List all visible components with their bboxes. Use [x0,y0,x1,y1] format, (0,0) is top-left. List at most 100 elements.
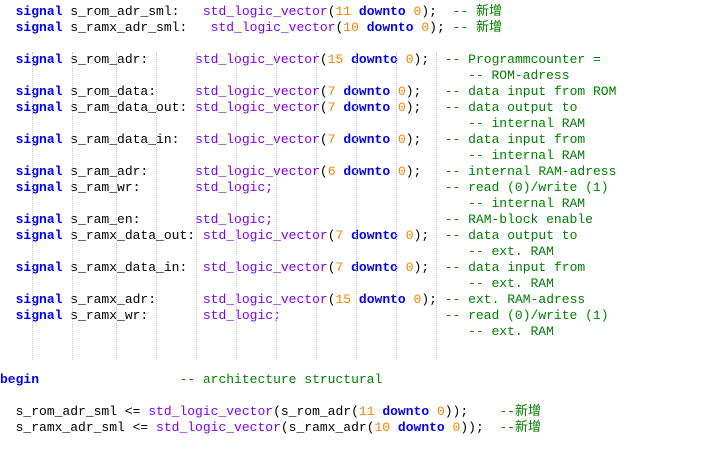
identifier-token: s_ramx_adr: [62,292,203,307]
type-token: std_logic_vector [202,4,328,19]
code-line[interactable]: signal s_ramx_data_out: std_logic_vector… [0,228,578,244]
number-token: 0 [397,164,406,179]
keyword-token: signal [15,164,63,179]
number-token: 0 [397,100,406,115]
punctuation-token: ); [413,52,430,67]
comment-token: -- ext. RAM [468,244,554,259]
indent-guide [396,52,397,360]
type-token: std_logic_vector [195,132,320,147]
keyword-token: downto [343,164,391,179]
punctuation-token [351,4,359,19]
code-line[interactable]: begin -- architecture structural [0,372,382,388]
keyword-token: signal [15,292,63,307]
punctuation-token: ( [319,84,328,99]
punctuation-token [398,260,406,275]
punctuation-token [343,52,351,67]
punctuation-token [398,52,406,67]
punctuation-token: ( [327,292,336,307]
code-line[interactable]: -- internal RAM [0,116,585,132]
code-line[interactable]: signal s_rom_adr_sml: std_logic_vector(1… [0,4,502,20]
punctuation-token: ); [405,132,422,147]
code-editor[interactable]: signal s_rom_adr_sml: std_logic_vector(1… [0,0,706,449]
keyword-token: signal [15,260,63,275]
code-line[interactable]: signal s_ramx_adr_sml: std_logic_vector(… [0,20,502,36]
comment-token: -- ext. RAM [468,324,554,339]
code-line[interactable]: signal s_ramx_adr: std_logic_vector(15 d… [0,292,586,308]
punctuation-token: (s_rom_adr( [273,404,359,419]
code-line[interactable]: signal s_rom_adr: std_logic_vector(15 do… [0,52,601,68]
type-token: std_logic_vector [195,84,320,99]
comment-token: -- ext. RAM-adress [444,292,586,307]
keyword-token: downto [366,20,414,35]
comment-token: -- data input from [444,260,586,275]
keyword-token: downto [358,4,406,19]
code-line[interactable]: signal s_rom_data: std_logic_vector(7 do… [0,84,617,100]
number-token: 6 [327,164,336,179]
punctuation-token: (s_ramx_adr( [280,420,375,435]
code-line[interactable]: -- ROM-adress [0,68,570,84]
identifier-token: s_rom_adr: [62,52,196,67]
code-line[interactable]: signal s_ramx_wr: std_logic; -- read (0)… [0,308,609,324]
keyword-token: signal [15,180,63,195]
identifier-token: s_ramx_wr: [62,308,203,323]
code-line[interactable]: signal s_ram_data_out: std_logic_vector(… [0,100,578,116]
keyword-token: signal [15,20,63,35]
code-line[interactable]: signal s_ram_data_in: std_logic_vector(7… [0,132,586,148]
number-token: 0 [421,20,430,35]
punctuation-token [406,4,414,19]
code-line[interactable]: signal s_ram_adr: std_logic_vector(6 dow… [0,164,617,180]
identifier-token: s_ramx_data_in: [62,260,203,275]
type-token: std_logic_vector [202,260,328,275]
number-token: 10 [374,420,391,435]
punctuation-token: )); [460,420,484,435]
keyword-token: signal [15,52,63,67]
punctuation-token: ); [405,164,422,179]
punctuation-token [343,260,351,275]
code-line[interactable]: s_rom_adr_sml <= std_logic_vector(s_rom_… [0,404,541,420]
comment-token: -- ext. RAM [468,276,554,291]
code-line[interactable]: signal s_ramx_data_in: std_logic_vector(… [0,260,586,276]
indent-guide [276,52,277,360]
comment-token: -- 新增 [452,4,502,19]
code-line[interactable]: signal s_ram_wr: std_logic; -- read (0)/… [0,180,609,196]
code-line[interactable]: -- internal RAM [0,196,585,212]
comment-token: -- ROM-adress [468,68,570,83]
identifier-token: s_rom_adr_sml: [62,4,203,19]
number-token: 11 [335,4,352,19]
keyword-token: signal [15,212,63,227]
comment-token: -- data input from ROM [444,84,617,99]
identifier-token: s_ramx_adr_sml <= [15,420,157,435]
comment-token: -- internal RAM [468,148,586,163]
indent-guide [196,52,197,360]
punctuation-token [406,292,414,307]
indent-guide [72,52,73,360]
code-line[interactable]: signal s_ram_en: std_logic; -- RAM-block… [0,212,593,228]
type-token: std_logic_vector [202,228,328,243]
number-token: 15 [335,292,352,307]
code-line[interactable]: -- internal RAM [0,148,585,164]
number-token: 15 [327,52,344,67]
punctuation-token: ( [327,4,336,19]
keyword-token: begin [0,372,40,387]
number-token: 11 [358,404,375,419]
code-line[interactable]: s_ramx_adr_sml <= std_logic_vector(s_ram… [0,420,541,436]
comment-token: -- data output to [444,228,578,243]
comment-token: -- read (0)/write (1) [444,308,609,323]
